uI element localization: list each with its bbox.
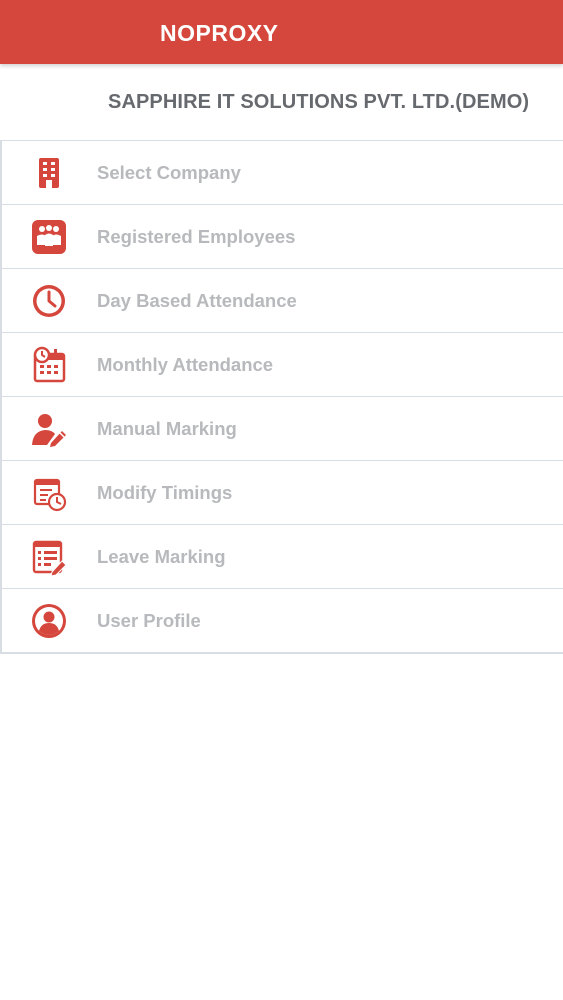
app-window: NOPROXY SAPPHIRE IT SOLUTIONS PVT. LTD.(…	[0, 0, 563, 1000]
employees-icon	[30, 218, 68, 256]
menu-item-modify-timings[interactable]: Modify Timings	[2, 461, 563, 525]
menu-item-label: Modify Timings	[97, 481, 233, 503]
menu-item-label: Select Company	[97, 161, 241, 183]
user-profile-icon	[30, 602, 68, 640]
top-app-bar: NOPROXY	[0, 0, 563, 64]
company-header: SAPPHIRE IT SOLUTIONS PVT. LTD.(DEMO)	[0, 64, 563, 140]
menu-item-label: Manual Marking	[97, 417, 237, 439]
menu-item-user-profile[interactable]: User Profile	[2, 589, 563, 652]
company-name: SAPPHIRE IT SOLUTIONS PVT. LTD.(DEMO)	[108, 90, 530, 113]
menu-item-select-company[interactable]: Select Company	[2, 141, 563, 205]
menu-item-label: Monthly Attendance	[97, 353, 274, 375]
menu-item-registered-employees[interactable]: Registered Employees	[2, 205, 563, 269]
menu-item-label: Leave Marking	[97, 545, 226, 567]
menu-item-label: Day Based Attendance	[97, 289, 297, 311]
menu-item-leave-marking[interactable]: Leave Marking	[2, 525, 563, 589]
menu-item-label: User Profile	[97, 609, 201, 631]
menu-item-monthly-attendance[interactable]: Monthly Attendance	[2, 333, 563, 397]
main-menu: Select Company Registered Employees Day …	[0, 140, 563, 654]
calendar-clock-icon	[30, 346, 68, 384]
menu-item-manual-marking[interactable]: Manual Marking	[2, 397, 563, 461]
menu-item-label: Registered Employees	[97, 225, 296, 247]
list-edit-icon	[30, 538, 68, 576]
app-title: NOPROXY	[160, 19, 279, 46]
building-icon	[30, 154, 68, 192]
menu-item-day-based-attendance[interactable]: Day Based Attendance	[2, 269, 563, 333]
schedule-edit-icon	[30, 474, 68, 512]
clock-icon	[30, 282, 68, 320]
user-edit-icon	[30, 410, 68, 448]
